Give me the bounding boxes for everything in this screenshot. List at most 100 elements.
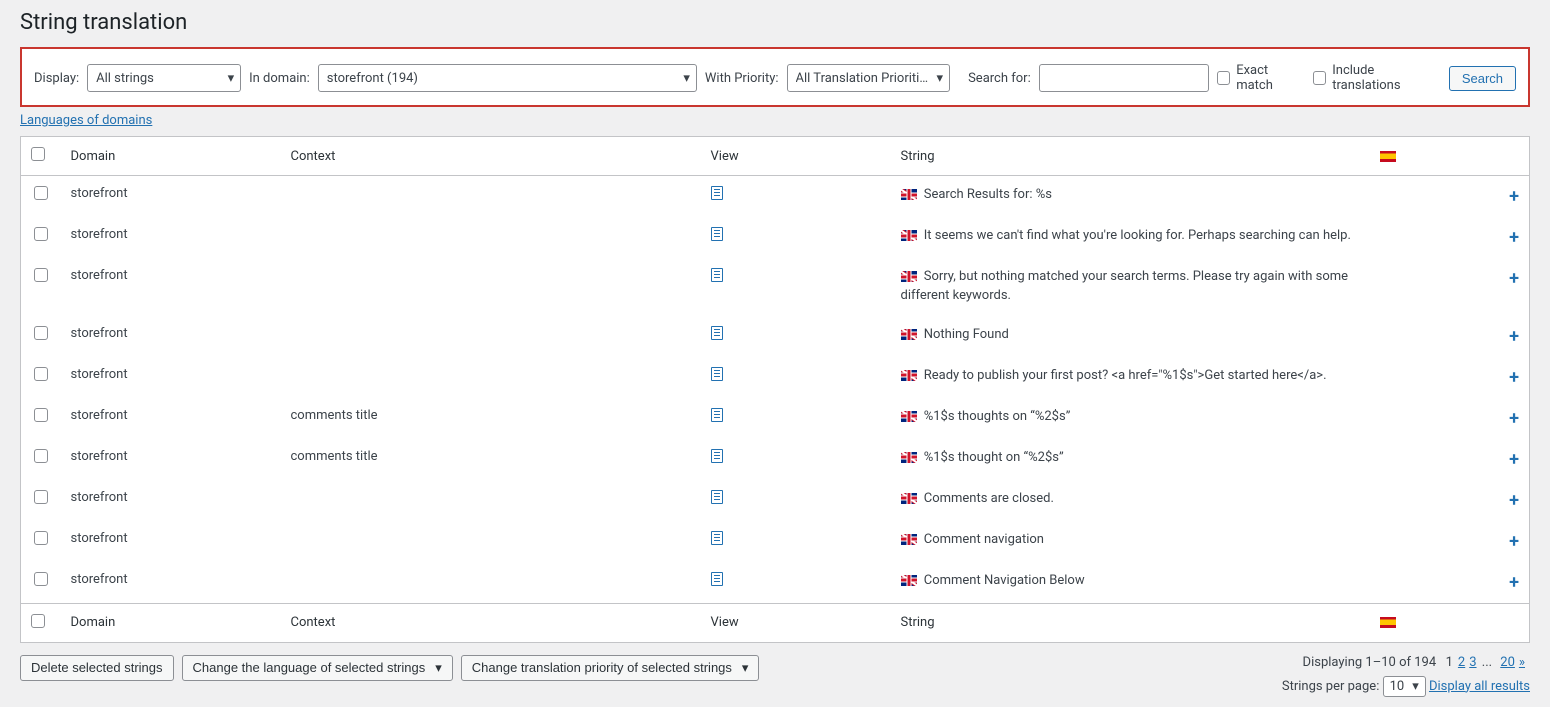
pager-link[interactable]: 3	[1469, 655, 1476, 670]
languages-of-domains-link[interactable]: Languages of domains	[20, 113, 152, 128]
col-string[interactable]: String	[891, 137, 1370, 176]
pager-link[interactable]: »	[1519, 655, 1525, 670]
add-translation-button[interactable]: +	[1509, 490, 1519, 511]
view-icon	[711, 490, 723, 504]
strings-table: Domain Context View String storefront Se…	[20, 136, 1530, 643]
row-view[interactable]	[701, 357, 891, 398]
priority-select-value: All Translation Priorities	[796, 71, 929, 86]
add-translation-button[interactable]: +	[1509, 408, 1519, 429]
row-view[interactable]	[701, 562, 891, 604]
search-input[interactable]	[1039, 64, 1209, 92]
row-view[interactable]	[701, 439, 891, 480]
row-checkbox[interactable]	[34, 531, 48, 545]
row-string: %1$s thoughts on “%2$s”	[891, 398, 1370, 439]
row-context	[281, 521, 701, 562]
row-view[interactable]	[701, 480, 891, 521]
row-checkbox[interactable]	[34, 227, 48, 241]
row-context	[281, 217, 701, 258]
display-select-value: All strings	[96, 71, 219, 86]
uk-flag-icon	[901, 370, 917, 381]
row-string: Comments are closed.	[891, 480, 1370, 521]
exact-match-label: Exact match	[1236, 63, 1305, 93]
row-context	[281, 562, 701, 604]
priority-select[interactable]: All Translation Priorities ▾	[787, 64, 951, 92]
col-context[interactable]: Context	[281, 137, 701, 176]
col-view[interactable]: View	[701, 137, 891, 176]
add-translation-button[interactable]: +	[1509, 326, 1519, 347]
pager-link[interactable]: 2	[1458, 655, 1465, 670]
row-checkbox[interactable]	[34, 572, 48, 586]
in-domain-label: In domain:	[249, 71, 310, 86]
spain-flag-icon	[1380, 151, 1396, 162]
checkbox-icon	[1217, 71, 1230, 85]
search-button[interactable]: Search	[1449, 66, 1516, 91]
per-page-select[interactable]: 10 ▾	[1383, 676, 1426, 697]
row-context	[281, 480, 701, 521]
domain-select[interactable]: storefront (194) ▾	[318, 64, 697, 92]
row-context: comments title	[281, 398, 701, 439]
add-translation-button[interactable]: +	[1509, 531, 1519, 552]
view-icon	[711, 572, 723, 586]
change-priority-select[interactable]: Change translation priority of selected …	[461, 655, 760, 681]
col-domain[interactable]: Domain	[61, 137, 281, 176]
row-domain: storefront	[61, 398, 281, 439]
col-domain[interactable]: Domain	[61, 603, 281, 642]
table-row: storefront Comments are closed.+	[21, 480, 1530, 521]
add-translation-button[interactable]: +	[1509, 367, 1519, 388]
row-checkbox[interactable]	[34, 449, 48, 463]
pager-current: 1	[1446, 655, 1453, 670]
uk-flag-icon	[901, 189, 917, 200]
per-page-value: 10	[1390, 679, 1405, 694]
uk-flag-icon	[901, 230, 917, 241]
row-view[interactable]	[701, 316, 891, 357]
row-context: comments title	[281, 439, 701, 480]
caret-down-icon: ▾	[742, 660, 749, 676]
row-checkbox[interactable]	[34, 268, 48, 282]
row-string: It seems we can't find what you're looki…	[891, 217, 1370, 258]
display-all-link[interactable]: Display all results	[1429, 679, 1530, 694]
add-translation-button[interactable]: +	[1509, 572, 1519, 593]
add-translation-button[interactable]: +	[1509, 449, 1519, 470]
row-checkbox[interactable]	[34, 490, 48, 504]
per-page-label: Strings per page:	[1282, 679, 1380, 694]
checkbox-icon	[1313, 71, 1326, 85]
uk-flag-icon	[901, 534, 917, 545]
view-icon	[711, 449, 723, 463]
row-checkbox[interactable]	[34, 367, 48, 381]
row-view[interactable]	[701, 258, 891, 316]
col-string[interactable]: String	[891, 603, 1370, 642]
row-string: Nothing Found	[891, 316, 1370, 357]
add-translation-button[interactable]: +	[1509, 227, 1519, 248]
add-translation-button[interactable]: +	[1509, 186, 1519, 207]
display-select[interactable]: All strings ▾	[87, 64, 241, 92]
col-context[interactable]: Context	[281, 603, 701, 642]
row-context	[281, 357, 701, 398]
delete-selected-button[interactable]: Delete selected strings	[20, 655, 174, 681]
view-icon	[711, 531, 723, 545]
select-all-checkbox[interactable]	[31, 147, 45, 161]
table-row: storefront It seems we can't find what y…	[21, 217, 1530, 258]
row-checkbox[interactable]	[34, 408, 48, 422]
pager-ellipsis: ...	[1479, 655, 1496, 670]
row-view[interactable]	[701, 176, 891, 218]
add-translation-button[interactable]: +	[1509, 268, 1519, 289]
exact-match-checkbox[interactable]: Exact match	[1217, 63, 1305, 93]
row-domain: storefront	[61, 562, 281, 604]
row-string: Sorry, but nothing matched your search t…	[891, 258, 1370, 316]
row-view[interactable]	[701, 217, 891, 258]
row-view[interactable]	[701, 398, 891, 439]
select-all-checkbox[interactable]	[31, 614, 45, 628]
pager-link[interactable]: 20	[1500, 655, 1515, 670]
row-checkbox[interactable]	[34, 326, 48, 340]
change-language-select[interactable]: Change the language of selected strings …	[182, 655, 453, 681]
search-label: Search for:	[968, 71, 1031, 86]
table-row: storefrontcomments title %1$s thoughts o…	[21, 398, 1530, 439]
bottom-bar: Delete selected strings Change the langu…	[20, 655, 1530, 697]
view-icon	[711, 367, 723, 381]
uk-flag-icon	[901, 329, 917, 340]
row-view[interactable]	[701, 521, 891, 562]
row-checkbox[interactable]	[34, 186, 48, 200]
view-icon	[711, 408, 723, 422]
include-translations-checkbox[interactable]: Include translations	[1313, 63, 1441, 93]
col-view[interactable]: View	[701, 603, 891, 642]
